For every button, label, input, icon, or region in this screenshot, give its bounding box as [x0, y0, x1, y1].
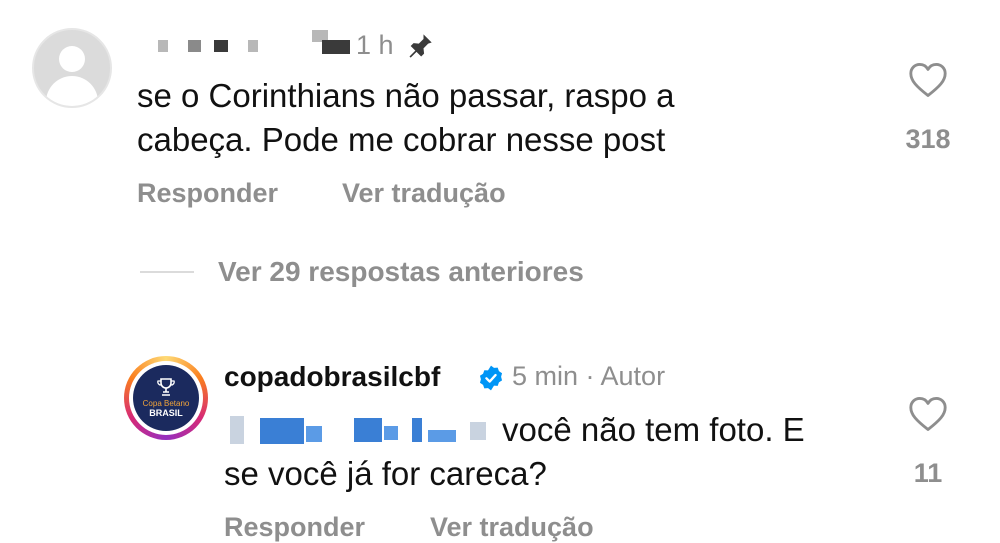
- pin-icon: [409, 34, 432, 58]
- heart-icon[interactable]: [908, 62, 948, 98]
- avatar: Copa Betano BRASIL: [133, 365, 199, 431]
- default-avatar-icon: [59, 46, 85, 72]
- comment-timestamp: 1 h: [356, 30, 394, 60]
- like-count: 318: [905, 124, 951, 154]
- heart-icon[interactable]: [908, 396, 948, 432]
- verified-badge-icon: [479, 365, 503, 391]
- comment-text: se o Corinthians não passar, raspo a cab…: [137, 77, 675, 158]
- translate-button[interactable]: Ver tradução: [430, 512, 594, 543]
- username-redacted[interactable]: [150, 30, 350, 60]
- reply-button[interactable]: Responder: [224, 512, 365, 543]
- reply-button[interactable]: Responder: [137, 178, 278, 209]
- translate-button[interactable]: Ver tradução: [342, 178, 506, 209]
- comment-meta: 5 min · Autor: [512, 361, 666, 391]
- logo-text: Copa Betano: [142, 399, 190, 408]
- avatar[interactable]: [32, 28, 112, 108]
- comment-text: você não tem foto. E se você já for care…: [224, 411, 805, 492]
- replies-divider: [140, 271, 194, 273]
- like-count: 11: [913, 458, 943, 488]
- story-ring[interactable]: Copa Betano BRASIL: [124, 356, 208, 440]
- view-replies-button[interactable]: Ver 29 respostas anteriores: [218, 256, 584, 288]
- trophy-icon: [157, 378, 175, 396]
- username[interactable]: copadobrasilcbf: [224, 361, 440, 393]
- logo-text: BRASIL: [149, 408, 183, 418]
